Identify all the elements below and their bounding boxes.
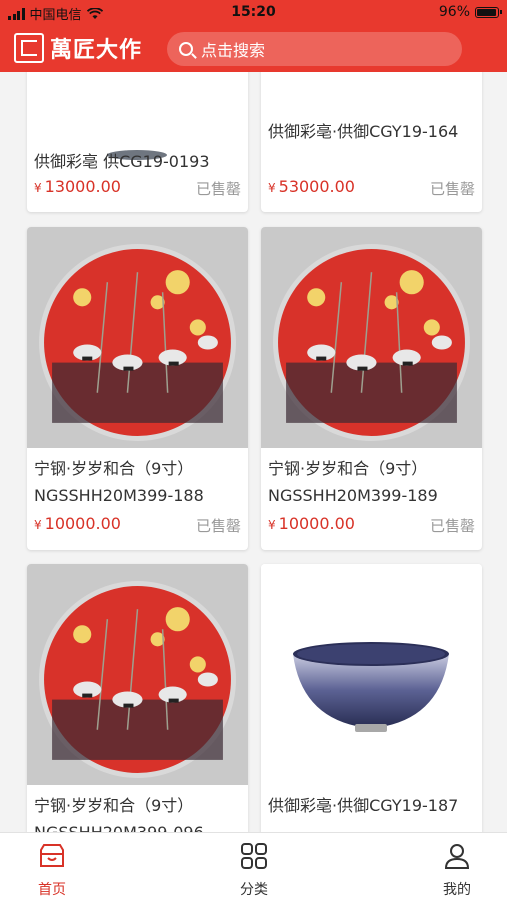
tab-label: 分类 bbox=[240, 882, 268, 898]
currency-symbol: ¥ bbox=[268, 518, 276, 532]
battery-icon bbox=[475, 6, 502, 18]
battery-fill bbox=[477, 8, 497, 16]
status-right: 96% bbox=[438, 4, 502, 20]
product-image bbox=[27, 227, 248, 448]
tab-home[interactable]: 首页 bbox=[12, 841, 92, 899]
sold-out-label: 已售罄 bbox=[195, 180, 241, 198]
battery-percent: 96% bbox=[438, 4, 470, 20]
product-image bbox=[27, 564, 248, 785]
search-placeholder: 点击搜索 bbox=[201, 41, 266, 60]
product-name: 宁钢·岁岁和合（9寸）NGSSHH20M399-188 bbox=[34, 459, 204, 505]
product-card[interactable]: 供御彩亳·供御CGY19-187 bbox=[261, 564, 482, 832]
product-card[interactable]: 供御彩亳 供CG19-0193 ¥13000.00 已售罄 bbox=[27, 72, 248, 212]
plate-icon bbox=[273, 244, 470, 441]
product-name: 宁钢·岁岁和合（9寸）NGSSHH20M399-189 bbox=[268, 459, 438, 505]
app-header: 萬匠大作 点击搜索 bbox=[0, 26, 507, 72]
price-value: 10000.00 bbox=[278, 514, 355, 533]
tab-profile[interactable]: 我的 bbox=[417, 841, 497, 899]
search-icon bbox=[179, 42, 193, 56]
product-name: 供御彩亳·供御CGY19-187 bbox=[268, 796, 459, 815]
product-price: ¥13000.00 bbox=[34, 177, 121, 196]
product-price: ¥10000.00 bbox=[268, 514, 355, 533]
logo-text: 萬匠大作 bbox=[50, 37, 143, 63]
tab-label: 首页 bbox=[38, 882, 66, 898]
sold-out-label: 已售罄 bbox=[195, 517, 241, 535]
status-bar: 中国电信 15:20 96% bbox=[0, 0, 507, 26]
product-price: ¥53000.00 bbox=[268, 177, 355, 196]
home-icon bbox=[40, 844, 64, 867]
product-price: ¥10000.00 bbox=[34, 514, 121, 533]
plate-icon bbox=[39, 581, 236, 778]
currency-symbol: ¥ bbox=[34, 181, 42, 195]
product-card[interactable]: 宁钢·岁岁和合（9寸）NGSSHH20M399-188 ¥10000.00 已售… bbox=[27, 227, 248, 550]
product-card[interactable]: 宁钢·岁岁和合（9寸）NGSSHH20M399-096 bbox=[27, 564, 248, 832]
price-value: 10000.00 bbox=[44, 514, 121, 533]
product-name: 供御彩亳·供御CGY19-164 bbox=[268, 122, 459, 141]
product-card[interactable]: 宁钢·岁岁和合（9寸）NGSSHH20M399-189 ¥10000.00 已售… bbox=[261, 227, 482, 550]
tab-category[interactable]: 分类 bbox=[214, 841, 294, 899]
product-name: 宁钢·岁岁和合（9寸）NGSSHH20M399-096 bbox=[34, 796, 204, 832]
bowl-icon bbox=[293, 642, 449, 732]
sold-out-label: 已售罄 bbox=[429, 517, 475, 535]
product-name: 供御彩亳 供CG19-0193 bbox=[34, 152, 210, 171]
product-image bbox=[261, 227, 482, 448]
user-icon bbox=[444, 844, 470, 869]
product-image bbox=[261, 564, 482, 785]
category-icon bbox=[241, 843, 267, 869]
product-grid[interactable]: 供御彩亳 供CG19-0193 ¥13000.00 已售罄 供御彩亳·供御CGY… bbox=[0, 72, 507, 832]
bottom-tab-bar: 首页 分类 我的 bbox=[0, 832, 507, 900]
tab-label: 我的 bbox=[443, 882, 471, 898]
sold-out-label: 已售罄 bbox=[429, 180, 475, 198]
product-card[interactable]: 供御彩亳·供御CGY19-164 ¥53000.00 已售罄 bbox=[261, 72, 482, 212]
search-bar[interactable]: 点击搜索 bbox=[167, 32, 462, 66]
price-value: 13000.00 bbox=[44, 177, 121, 196]
plate-icon bbox=[39, 244, 236, 441]
currency-symbol: ¥ bbox=[34, 518, 42, 532]
currency-symbol: ¥ bbox=[268, 181, 276, 195]
price-value: 53000.00 bbox=[278, 177, 355, 196]
logo-seal-icon bbox=[14, 33, 44, 63]
clock: 15:20 bbox=[231, 4, 276, 20]
brand-logo[interactable]: 萬匠大作 bbox=[14, 32, 142, 64]
product-image bbox=[261, 72, 482, 120]
